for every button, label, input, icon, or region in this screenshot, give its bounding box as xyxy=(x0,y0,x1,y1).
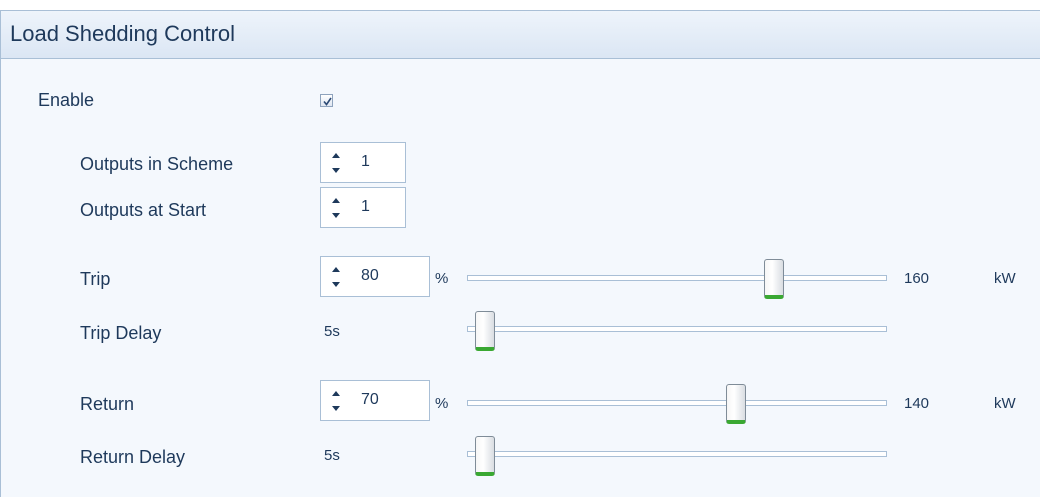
return-value[interactable]: 70 xyxy=(361,391,379,409)
checkmark-icon xyxy=(323,97,332,106)
trip-spinner[interactable]: 80 xyxy=(320,256,430,297)
trip-label: Trip xyxy=(80,269,111,289)
return-delay-slider-track[interactable] xyxy=(467,451,887,457)
outputs-in-scheme-value[interactable]: 1 xyxy=(361,153,370,171)
return-delay-value: 5s xyxy=(324,447,340,464)
outputs-in-scheme-label: Outputs in Scheme xyxy=(80,154,234,174)
enable-checkbox[interactable] xyxy=(320,94,333,107)
return-slider-thumb[interactable] xyxy=(726,384,746,424)
trip-slider-track[interactable] xyxy=(467,275,887,281)
return-slider-track[interactable] xyxy=(467,400,887,406)
enable-label: Enable xyxy=(38,90,95,110)
return-spinner[interactable]: 70 xyxy=(320,380,430,421)
outputs-at-start-spinner[interactable]: 1 xyxy=(320,187,406,228)
trip-delay-slider-track[interactable] xyxy=(467,326,887,332)
spin-arrows-icon[interactable] xyxy=(331,266,341,288)
trip-kw-unit: kW xyxy=(994,270,1016,287)
trip-delay-value: 5s xyxy=(324,323,340,340)
return-delay-label: Return Delay xyxy=(80,447,186,467)
spin-arrows-icon[interactable] xyxy=(331,152,341,174)
outputs-at-start-value[interactable]: 1 xyxy=(361,198,370,216)
panel-header: Load Shedding Control xyxy=(1,11,1040,59)
trip-value[interactable]: 80 xyxy=(361,267,379,285)
outputs-in-scheme-spinner[interactable]: 1 xyxy=(320,142,406,183)
spin-arrows-icon[interactable] xyxy=(331,197,341,219)
spin-arrows-icon[interactable] xyxy=(331,390,341,412)
trip-unit: % xyxy=(435,270,449,287)
trip-delay-label: Trip Delay xyxy=(80,323,162,343)
return-label: Return xyxy=(80,394,135,414)
load-shedding-panel: Load Shedding Control Enable Outputs in … xyxy=(0,10,1040,497)
return-kw-unit: kW xyxy=(994,395,1016,412)
return-unit: % xyxy=(435,395,449,412)
outputs-at-start-label: Outputs at Start xyxy=(80,200,207,220)
trip-kw-value: 160 xyxy=(904,270,930,287)
trip-slider-thumb[interactable] xyxy=(764,259,784,299)
return-delay-slider-thumb[interactable] xyxy=(475,436,495,476)
return-kw-value: 140 xyxy=(904,395,930,412)
panel-title: Load Shedding Control xyxy=(10,21,236,46)
trip-delay-slider-thumb[interactable] xyxy=(475,311,495,351)
